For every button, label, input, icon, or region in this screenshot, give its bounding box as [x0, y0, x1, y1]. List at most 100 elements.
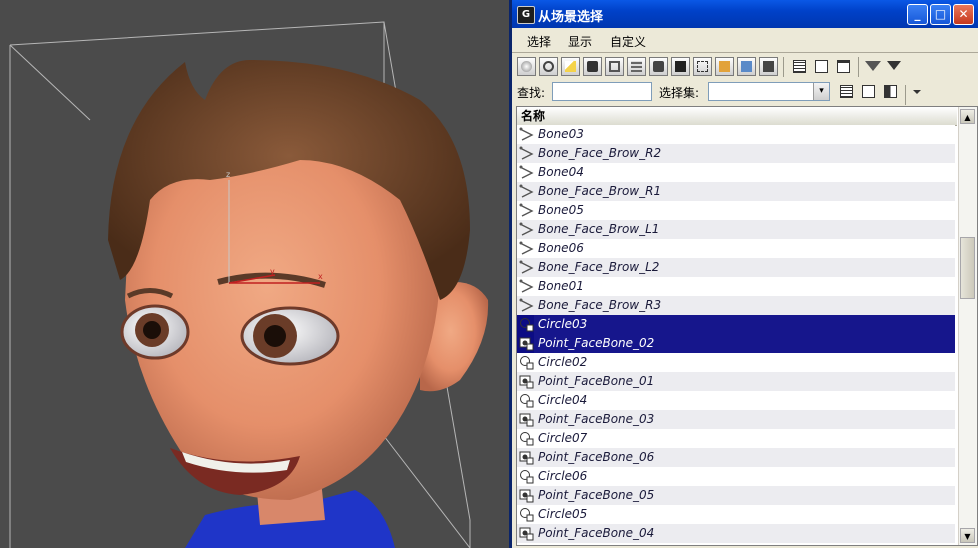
list-item-label: Circle06: [538, 469, 588, 483]
shapes-filter-button[interactable]: [539, 57, 558, 76]
toolbar-separator: [905, 85, 906, 105]
list-item[interactable]: Circle05: [517, 505, 955, 524]
3d-viewport[interactable]: z y x: [0, 0, 512, 548]
bone-icon: [519, 127, 534, 142]
maximize-button[interactable]: □: [930, 4, 951, 25]
geometry-icon: [521, 61, 532, 72]
list-details-button[interactable]: [834, 57, 853, 76]
vertical-scrollbar[interactable]: ▲ ▼: [958, 107, 977, 545]
frozen-filter-button[interactable]: [737, 57, 756, 76]
helper-icon: [519, 450, 534, 465]
helpers-icon: [609, 61, 620, 72]
bones-filter-button[interactable]: [693, 57, 712, 76]
bone-icon: [519, 298, 534, 313]
helper-icon: [519, 488, 534, 503]
list-item[interactable]: Bone05: [517, 201, 955, 220]
filter-button[interactable]: [864, 57, 883, 76]
containers-icon: [719, 61, 730, 72]
scroll-up-icon[interactable]: ▲: [960, 109, 975, 124]
right-pupil: [264, 325, 286, 347]
groups-icon: [653, 61, 664, 72]
select-none-button[interactable]: [859, 82, 878, 101]
list-item[interactable]: Circle02: [517, 353, 955, 372]
selection-highlight: [534, 315, 955, 334]
column-header-name[interactable]: 名称: [517, 107, 957, 126]
minimize-icon: _: [914, 7, 921, 21]
helper-icon: [519, 336, 534, 351]
list-item-label: Bone05: [538, 203, 584, 217]
groups-filter-button[interactable]: [649, 57, 668, 76]
bone-icon: [519, 241, 534, 256]
list-item[interactable]: Bone_Face_Brow_R2: [517, 144, 955, 163]
list-item[interactable]: Circle04: [517, 391, 955, 410]
scroll-thumb[interactable]: [960, 237, 975, 299]
titlebar[interactable]: G 从场景选择 _ □ ✕: [512, 0, 978, 28]
menubar: 选择 显示 自定义: [512, 28, 978, 53]
list-item[interactable]: Bone01: [517, 277, 955, 296]
list-item[interactable]: Bone03: [517, 125, 955, 144]
list-item-label: Circle07: [538, 431, 588, 445]
chevron-down-icon: [913, 90, 921, 94]
containers-filter-button[interactable]: [715, 57, 734, 76]
list-item[interactable]: Circle06: [517, 467, 955, 486]
left-pupil: [143, 321, 161, 339]
list-item-label: Circle02: [538, 355, 588, 369]
scroll-down-icon[interactable]: ▼: [960, 528, 975, 543]
toolbar-separator: [783, 57, 784, 77]
filter-options-button[interactable]: [886, 57, 905, 76]
list-item-label: Bone_Face_Brow_R2: [538, 146, 662, 160]
list-item[interactable]: Circle03: [517, 315, 955, 334]
xrefs-filter-button[interactable]: [671, 57, 690, 76]
dialog-title: 从场景选择: [538, 10, 604, 25]
spacewarps-filter-button[interactable]: [627, 57, 646, 76]
helper-icon: [519, 526, 534, 541]
helpers-filter-button[interactable]: [605, 57, 624, 76]
list-item[interactable]: Point_FaceBone_01: [517, 372, 955, 391]
list-item[interactable]: Bone06: [517, 239, 955, 258]
filter-options-icon: [887, 61, 901, 70]
list-item[interactable]: Point_FaceBone_06: [517, 448, 955, 467]
list-item[interactable]: Bone_Face_Brow_L2: [517, 258, 955, 277]
menu-customize[interactable]: 自定义: [610, 33, 646, 50]
shapes-icon: [543, 61, 554, 72]
scene-object-list[interactable]: 名称 Bone03 Bone_Face_Brow_R2 Bone04 Bone_Fac…: [516, 106, 978, 546]
list-item[interactable]: Point_FaceBone_04: [517, 524, 955, 543]
shape-icon: [519, 469, 534, 484]
minimize-button[interactable]: _: [907, 4, 928, 25]
3ds-max-icon: G: [517, 6, 535, 24]
list-item[interactable]: Bone04: [517, 163, 955, 182]
list-item-label: Bone01: [538, 279, 584, 293]
list-item[interactable]: Bone_Face_Brow_R1: [517, 182, 955, 201]
select-all-icon: [840, 85, 853, 98]
list-small-button[interactable]: [812, 57, 831, 76]
toolbar: [512, 53, 978, 81]
lights-filter-button[interactable]: [561, 57, 580, 76]
list-item[interactable]: Point_FaceBone_05: [517, 486, 955, 505]
selection-set-label: 选择集:: [659, 86, 700, 100]
list-item[interactable]: Point_FaceBone_02: [517, 334, 955, 353]
spacewarps-icon: [631, 61, 642, 72]
selection-set-dropdown[interactable]: ▾: [708, 82, 830, 101]
cameras-filter-button[interactable]: [583, 57, 602, 76]
close-button[interactable]: ✕: [953, 4, 974, 25]
geometry-filter-button[interactable]: [517, 57, 536, 76]
select-all-button[interactable]: [837, 82, 856, 101]
gizmo-y-label: y: [270, 267, 275, 276]
more-options-button[interactable]: [910, 82, 929, 101]
maximize-icon: □: [934, 7, 947, 21]
menu-display[interactable]: 显示: [568, 33, 592, 50]
hidden-filter-button[interactable]: [759, 57, 778, 76]
select-invert-button[interactable]: [881, 82, 900, 101]
list-item[interactable]: Bone_Face_Brow_R3: [517, 296, 955, 315]
list-item[interactable]: Bone_Face_Brow_L1: [517, 220, 955, 239]
frozen-icon: [741, 61, 752, 72]
list-view-button[interactable]: [790, 57, 809, 76]
find-input[interactable]: [552, 82, 652, 101]
menu-select[interactable]: 选择: [527, 33, 551, 50]
gizmo-x-label: x: [318, 272, 323, 281]
list-item[interactable]: Circle07: [517, 429, 955, 448]
find-label: 查找:: [517, 86, 546, 100]
column-header-label: 名称: [521, 109, 546, 123]
list-item[interactable]: Point_FaceBone_03: [517, 410, 955, 429]
list-item-label: Point_FaceBone_03: [538, 412, 655, 426]
